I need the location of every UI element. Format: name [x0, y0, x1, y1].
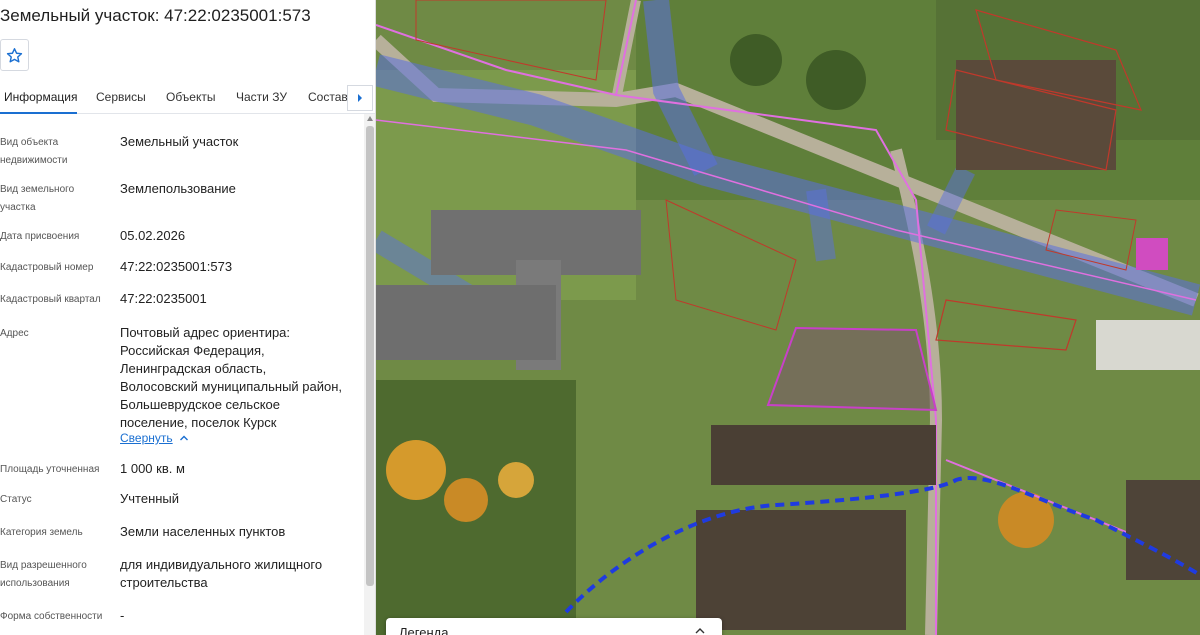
garden-bed: [711, 425, 936, 485]
collapse-label: Свернуть: [120, 431, 173, 445]
land-category-value: Земли населенных пунктов: [120, 524, 286, 539]
area-value: 1 000 кв. м: [120, 461, 185, 476]
active-tab-indicator: [0, 112, 77, 114]
pink-building: [1136, 238, 1168, 270]
land-plot-type-value: Землепользование: [120, 181, 236, 196]
cadastral-number-label: Кадастровый номер: [0, 262, 94, 273]
tree-cluster: [730, 34, 782, 86]
scrollbar-thumb[interactable]: [366, 126, 374, 586]
cadastral-number-value: 47:22:0235001:573: [120, 259, 233, 274]
autumn-tree: [386, 440, 446, 500]
cadastral-quarter-label: Кадастровый квартал: [0, 294, 101, 305]
legend-panel[interactable]: Легенда: [386, 618, 722, 635]
selected-parcel[interactable]: [766, 326, 938, 412]
garden-bed: [696, 510, 906, 630]
address-line: Ленинградская область,: [120, 361, 267, 376]
status-label: Статус: [0, 494, 32, 505]
star-icon: [6, 47, 23, 63]
building: [376, 285, 556, 360]
address-value: Почтовый адрес ориентира: Российская Фед…: [120, 324, 370, 432]
chevron-up-icon[interactable]: [694, 625, 706, 635]
autumn-tree: [444, 478, 488, 522]
favorite-button[interactable]: [0, 39, 29, 71]
cadastral-quarter-value: 47:22:0235001: [120, 291, 207, 306]
address-line: Волосовский муниципальный район,: [120, 379, 343, 394]
object-type-label: Вид объекта недвижимости: [0, 137, 68, 166]
assignment-date-label: Дата присвоения: [0, 231, 80, 242]
address-line: Большеврудское сельское: [120, 397, 280, 412]
chevron-up-icon: [179, 435, 188, 441]
address-line: Российская Федерация,: [120, 343, 265, 358]
tab-parts[interactable]: Части ЗУ: [236, 90, 287, 104]
land-category-label: Категория земель: [0, 527, 83, 538]
tab-services[interactable]: Сервисы: [96, 90, 146, 104]
tab-information[interactable]: Информация: [4, 90, 77, 104]
address-line: Почтовый адрес ориентира:: [120, 325, 291, 340]
tree-cluster: [806, 50, 866, 110]
legend-title: Легенда: [399, 625, 449, 635]
assignment-date-value: 05.02.2026: [120, 228, 186, 243]
status-value: Учтенный: [120, 491, 180, 506]
panel-scrollbar[interactable]: [364, 114, 375, 635]
chevron-right-icon: [358, 94, 362, 102]
tab-objects[interactable]: Объекты: [166, 90, 216, 104]
info-panel: Земельный участок: 47:22:0235001:573 Инф…: [0, 0, 376, 635]
autumn-tree: [498, 462, 534, 498]
ownership-form-value: -: [120, 608, 125, 623]
map-view[interactable]: [376, 0, 1200, 635]
satellite-map[interactable]: [376, 0, 1200, 635]
ownership-form-label: Форма собственности: [0, 611, 103, 622]
object-type-value: Земельный участок: [120, 134, 239, 149]
land-plot-type-label: Вид земельного участка: [0, 184, 75, 213]
tab-bar: Информация Сервисы Объекты Части ЗУ Сост…: [0, 84, 375, 114]
permitted-use-line: строительства: [120, 575, 208, 590]
permitted-use-value: для индивидуального жилищного строительс…: [120, 556, 360, 592]
permitted-use-label: Вид разрешенного использования: [0, 560, 87, 589]
tabs-scroll-right-button[interactable]: [347, 85, 373, 111]
permitted-use-line: для индивидуального жилищного: [120, 557, 323, 572]
address-line: поселение, поселок Курск: [120, 415, 277, 430]
garden-bed: [1126, 480, 1200, 580]
blue-zone-strip: [806, 188, 836, 262]
collapse-address-link[interactable]: Свернуть: [120, 431, 189, 445]
address-label: Адрес: [0, 328, 29, 339]
area-label: Площадь уточненная: [0, 464, 100, 475]
scroll-up-arrow-icon[interactable]: [367, 116, 373, 121]
page-title: Земельный участок: 47:22:0235001:573: [0, 6, 311, 25]
tab-composition[interactable]: Состав: [308, 90, 348, 104]
paved-area: [1096, 320, 1200, 370]
